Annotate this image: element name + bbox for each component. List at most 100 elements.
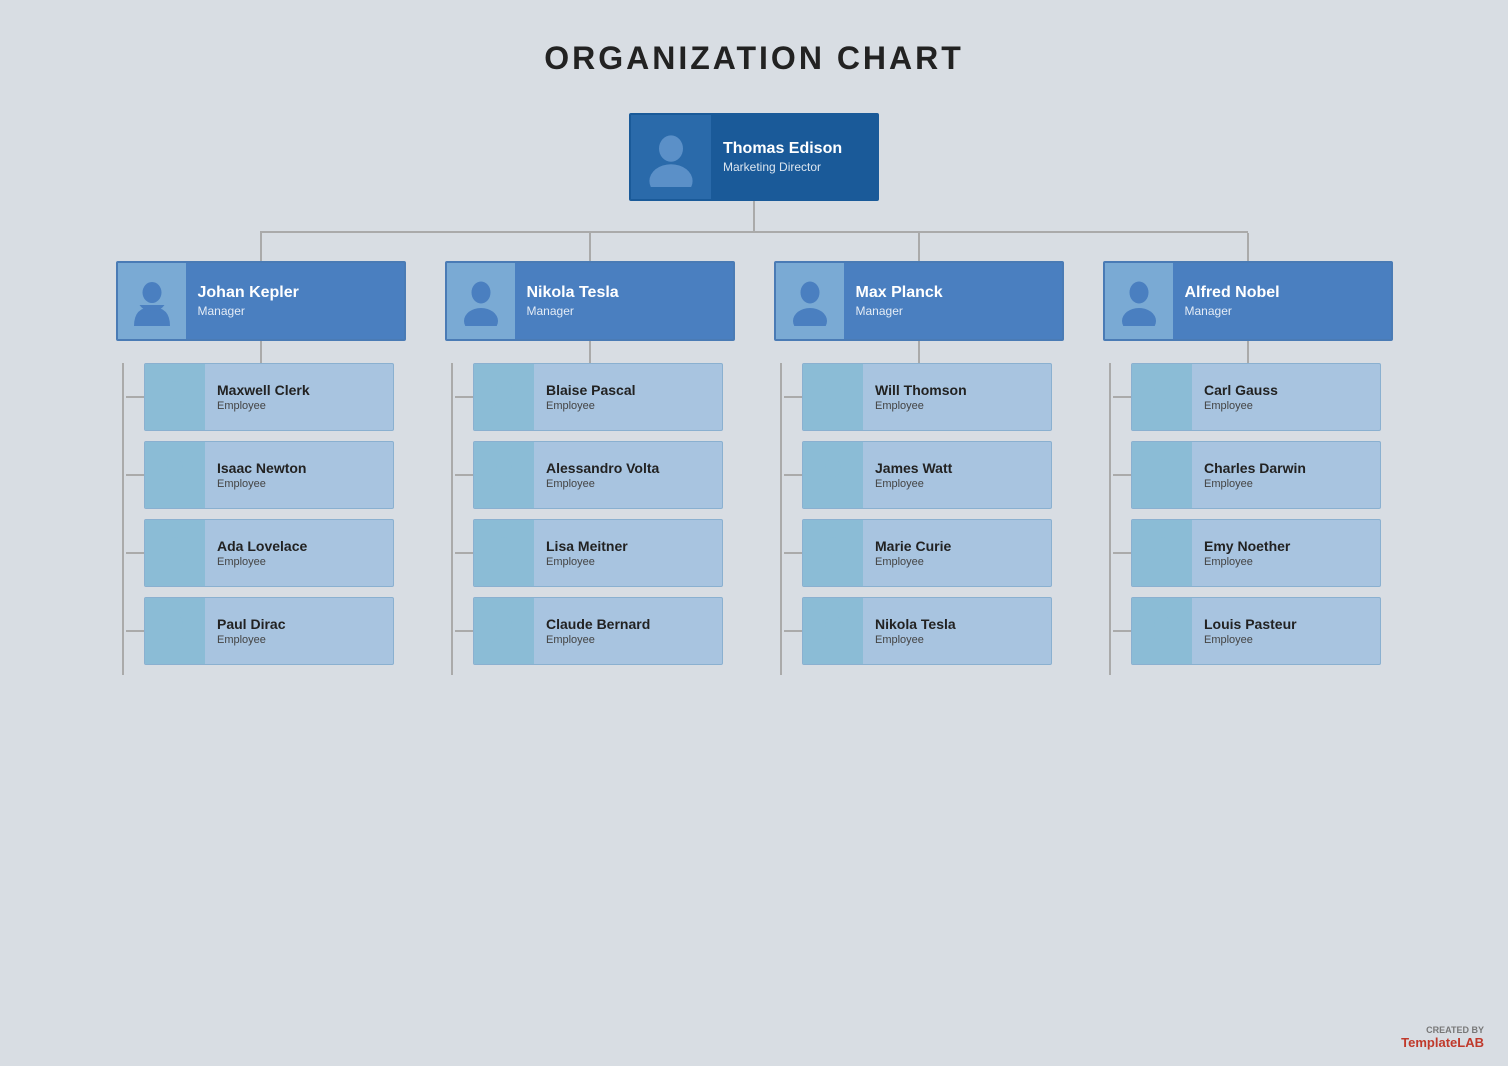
emp-row-0-1: Isaac Newton Employee [104, 441, 417, 509]
emp-avatar-2-3 [803, 598, 863, 664]
employee-card-0-1: Isaac Newton Employee [144, 441, 394, 509]
mgr-avatar-0 [118, 263, 186, 339]
emp-hline-2-2 [784, 552, 802, 554]
emp-avatar-3-3 [1132, 598, 1192, 664]
emp-name-2-0: Will Thomson [875, 382, 967, 398]
emp-avatar-2-0 [803, 364, 863, 430]
emp-avatar-2-2 [803, 520, 863, 586]
avatar-icon [1141, 610, 1183, 652]
avatar-icon [1141, 454, 1183, 496]
emp-name-0-1: Isaac Newton [217, 460, 306, 476]
emp-name-3-0: Carl Gauss [1204, 382, 1278, 398]
emp-hline-1-1 [455, 474, 473, 476]
mgr-avatar-3 [1105, 263, 1173, 339]
avatar-icon [456, 276, 506, 326]
emp-avatar-2-1 [803, 442, 863, 508]
employee-card-2-3: Nikola TeslaEmployee [802, 597, 1052, 665]
avatar-icon [154, 610, 196, 652]
emp-row-0-3: Paul Dirac Employee [104, 597, 417, 665]
avatar-icon [154, 376, 196, 418]
manager-card-0: Johan Kepler Manager [116, 261, 406, 341]
avatar-icon [812, 454, 854, 496]
watermark: CREATED BY TemplateLAB [1401, 1025, 1484, 1050]
emp-avatar-1-3 [474, 598, 534, 664]
emp-name-2-1: James Watt [875, 460, 952, 476]
mgr-role-0: Manager [198, 304, 299, 318]
top-node-card: Thomas Edison Marketing Director [629, 113, 879, 201]
emp-name-0-2: Ada Lovelace [217, 538, 307, 554]
emp-row-2-1: James WattEmployee [762, 441, 1075, 509]
emp-name-3-3: Louis Pasteur [1204, 616, 1297, 632]
managers-row: Johan Kepler Manager Maxwell ClerkEmploye… [104, 233, 1404, 675]
emp-left-vline-0 [122, 363, 124, 675]
emp-role-3-2: Employee [1204, 556, 1290, 568]
mgr-vline-2 [918, 233, 920, 261]
emp-hline-1-2 [455, 552, 473, 554]
mgr-avatar-2 [776, 263, 844, 339]
avatar-icon [483, 454, 525, 496]
emp-role-2-0: Employee [875, 400, 967, 412]
employee-card-3-3: Louis Pasteur Employee [1131, 597, 1381, 665]
emp-role-3-3: Employee [1204, 634, 1297, 646]
emp-row-2-2: Marie CurieEmployee [762, 519, 1075, 587]
employee-card-0-3: Paul Dirac Employee [144, 597, 394, 665]
avatar-icon [483, 376, 525, 418]
emp-vline-0 [260, 341, 262, 363]
mgr-role-1: Manager [527, 304, 619, 318]
emp-avatar-0-0 [145, 364, 205, 430]
avatar-icon [641, 127, 701, 187]
manager-col-1: Nikola Tesla Manager Blaise PascalEmploye… [433, 233, 746, 675]
watermark-brand: TemplateLAB [1401, 1035, 1484, 1050]
avatar-icon [154, 454, 196, 496]
emp-name-0-3: Paul Dirac [217, 616, 285, 632]
mgr-name-1: Nikola Tesla [527, 284, 619, 302]
emp-hline-0-3 [126, 630, 144, 632]
emp-hline-1-3 [455, 630, 473, 632]
avatar-icon [1114, 276, 1164, 326]
emp-role-0-1: Employee [217, 478, 306, 490]
top-level: Thomas Edison Marketing Director [104, 113, 1404, 201]
emp-hline-3-2 [1113, 552, 1131, 554]
emp-avatar-3-2 [1132, 520, 1192, 586]
emp-hline-2-0 [784, 396, 802, 398]
manager-card-1: Nikola Tesla Manager [445, 261, 735, 341]
emp-row-3-0: Carl GaussEmployee [1091, 363, 1404, 431]
employee-card-3-0: Carl GaussEmployee [1131, 363, 1381, 431]
emp-vline-1 [589, 341, 591, 363]
emp-name-1-1: Alessandro Volta [546, 460, 659, 476]
emp-name-1-3: Claude Bernard [546, 616, 650, 632]
emp-row-2-0: Will Thomson Employee [762, 363, 1075, 431]
top-avatar [631, 115, 711, 199]
emp-role-0-0: Employee [217, 400, 310, 412]
emp-hline-3-1 [1113, 474, 1131, 476]
emp-hline-0-0 [126, 396, 144, 398]
emp-hline-0-1 [126, 474, 144, 476]
emp-hline-2-3 [784, 630, 802, 632]
mgr-name-2: Max Planck [856, 284, 943, 302]
employee-card-0-2: Ada LovelaceEmployee [144, 519, 394, 587]
avatar-icon [812, 376, 854, 418]
emp-avatar-1-1 [474, 442, 534, 508]
emp-avatar-3-1 [1132, 442, 1192, 508]
mgr-vline-0 [260, 233, 262, 261]
mgr-role-3: Manager [1185, 304, 1280, 318]
employees-section-1: Blaise PascalEmployee Alessandro VoltaEm… [433, 363, 746, 675]
employees-section-0: Maxwell ClerkEmployee Isaac Newton Employ… [104, 363, 417, 675]
manager-col-3: Alfred NobelManager Carl GaussEmployee C… [1091, 233, 1404, 675]
emp-role-0-3: Employee [217, 634, 285, 646]
top-name: Thomas Edison [723, 140, 842, 158]
org-chart: Thomas Edison Marketing Director Johan K… [104, 113, 1404, 675]
emp-name-2-2: Marie Curie [875, 538, 951, 554]
emp-row-1-2: Lisa MeitnerEmployee [433, 519, 746, 587]
emp-hline-1-0 [455, 396, 473, 398]
emp-name-1-2: Lisa Meitner [546, 538, 628, 554]
mgr-name-0: Johan Kepler [198, 284, 299, 302]
emp-role-2-3: Employee [875, 634, 956, 646]
employee-card-2-0: Will Thomson Employee [802, 363, 1052, 431]
employee-card-0-0: Maxwell ClerkEmployee [144, 363, 394, 431]
emp-name-3-2: Emy Noether [1204, 538, 1290, 554]
emp-row-1-0: Blaise PascalEmployee [433, 363, 746, 431]
emp-row-1-1: Alessandro VoltaEmployee [433, 441, 746, 509]
top-role: Marketing Director [723, 160, 842, 174]
employee-card-1-0: Blaise PascalEmployee [473, 363, 723, 431]
